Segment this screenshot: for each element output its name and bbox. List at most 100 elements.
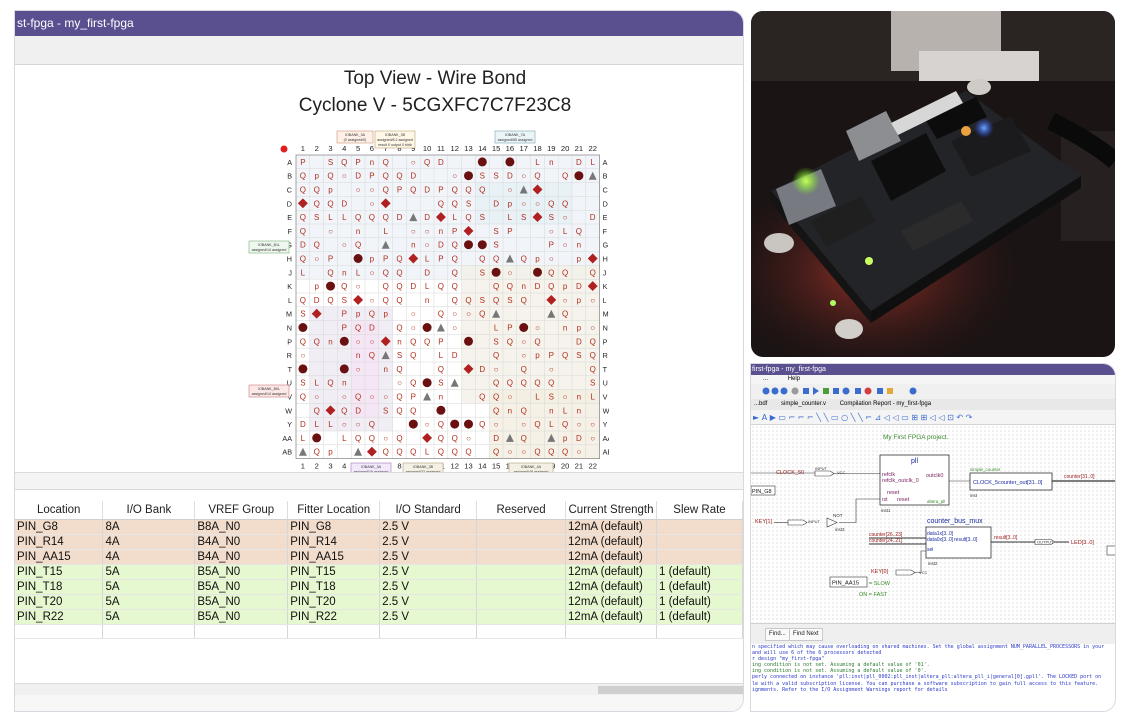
table-cell[interactable]: 12mA (default) <box>565 579 657 595</box>
ground-pin[interactable] <box>298 447 307 456</box>
io-pin[interactable]: S <box>466 199 471 208</box>
io-pin[interactable]: ○ <box>342 393 347 402</box>
io-pin[interactable]: Q <box>479 420 485 429</box>
io-pin[interactable]: ○ <box>411 227 416 236</box>
io-pin[interactable]: Q <box>548 448 554 457</box>
io-pin[interactable]: D <box>576 282 582 291</box>
table-cell[interactable]: 2.5 V <box>379 609 478 625</box>
clock-input-symbol[interactable] <box>814 470 835 477</box>
table-row[interactable]: PIN_R22 5A B5A_N0 PIN_R22 2.5 V 12mA (default… <box>15 609 743 625</box>
table-cell[interactable] <box>476 624 567 639</box>
io-pin[interactable]: Q <box>590 365 596 374</box>
io-pin[interactable]: ○ <box>590 420 595 429</box>
io-pin[interactable]: L <box>356 268 361 277</box>
io-pin[interactable]: Q <box>534 172 540 181</box>
io-pin[interactable]: S <box>397 351 402 360</box>
table-cell[interactable]: 1 (default) <box>656 594 743 610</box>
table-cell[interactable]: PIN_T18 <box>287 579 381 595</box>
io-pin[interactable]: Q <box>548 199 554 208</box>
ground-pin[interactable] <box>436 323 445 332</box>
io-pin[interactable]: ○ <box>576 448 581 457</box>
io-pin[interactable]: ○ <box>452 172 457 181</box>
io-pin[interactable]: ○ <box>521 448 526 457</box>
io-pin[interactable]: Q <box>410 379 416 388</box>
table-cell[interactable]: B5A_N0 <box>194 564 289 580</box>
io-pin[interactable]: D <box>355 172 361 181</box>
io-pin[interactable]: Q <box>452 268 458 277</box>
io-pin[interactable]: D <box>493 199 499 208</box>
table-cell[interactable] <box>656 549 743 565</box>
io-pin[interactable]: Q <box>452 241 458 250</box>
table-cell[interactable] <box>15 624 104 639</box>
io-pin[interactable]: ○ <box>521 420 526 429</box>
io-pin[interactable]: Q <box>300 255 306 264</box>
io-pin[interactable]: D <box>369 324 375 333</box>
io-pin[interactable]: D <box>355 406 361 415</box>
io-pin[interactable]: Q <box>355 324 361 333</box>
table-row[interactable]: PIN_T15 5A B5A_N0 PIN_T15 2.5 V 12mA (default… <box>15 564 743 580</box>
io-pin[interactable]: D <box>300 241 306 250</box>
io-pin[interactable]: S <box>300 379 305 388</box>
io-pin[interactable]: n <box>521 282 525 291</box>
io-pin[interactable]: Q <box>396 255 402 264</box>
io-pin[interactable]: Q <box>493 351 499 360</box>
io-pin[interactable]: Q <box>383 296 389 305</box>
io-pin[interactable]: p <box>535 255 540 264</box>
io-pin[interactable]: Q <box>355 434 361 443</box>
assigned-pin[interactable] <box>464 240 473 250</box>
io-pin[interactable]: Q <box>465 213 471 222</box>
find-next-button[interactable]: Find Next <box>789 628 823 641</box>
io-pin[interactable]: D <box>507 172 513 181</box>
table-cell[interactable]: PIN_T20 <box>287 594 381 610</box>
io-pin[interactable]: Q <box>562 199 568 208</box>
assigned-pin[interactable] <box>326 281 335 291</box>
io-pin[interactable]: n <box>549 406 553 415</box>
io-pin[interactable]: Q <box>424 337 430 346</box>
io-pin[interactable]: Q <box>479 393 485 402</box>
io-pin[interactable]: ○ <box>356 365 361 374</box>
assigned-pin[interactable] <box>298 323 308 332</box>
io-pin[interactable]: Q <box>369 213 375 222</box>
io-pin[interactable]: ○ <box>342 172 347 181</box>
table-cell[interactable]: PIN_T15 <box>287 564 381 580</box>
io-pin[interactable]: Q <box>452 199 458 208</box>
tab-compilation-report[interactable]: Compilation Report - my_first-fpga <box>840 401 931 407</box>
io-pin[interactable]: L <box>494 324 499 333</box>
io-pin[interactable]: Q <box>396 172 402 181</box>
io-pin[interactable]: ○ <box>590 434 595 443</box>
table-cell[interactable]: 12mA (default) <box>565 519 657 535</box>
io-pin[interactable]: P <box>397 186 402 195</box>
io-pin[interactable]: Q <box>424 158 430 167</box>
io-pin[interactable]: ○ <box>535 199 540 208</box>
io-pin[interactable]: Q <box>452 255 458 264</box>
io-pin[interactable]: ○ <box>314 393 319 402</box>
io-pin[interactable]: S <box>480 268 485 277</box>
table-cell[interactable]: B4A_N0 <box>194 549 289 565</box>
io-pin[interactable]: ○ <box>466 310 471 319</box>
io-pin[interactable]: S <box>521 213 526 222</box>
io-pin[interactable]: Q <box>534 420 540 429</box>
table-cell[interactable]: 4A <box>102 534 196 550</box>
io-pin[interactable]: Q <box>438 434 444 443</box>
io-pin[interactable]: ○ <box>383 434 388 443</box>
io-pin[interactable]: p <box>328 186 333 195</box>
table-cell[interactable]: PIN_G8 <box>15 519 104 535</box>
table-cell[interactable]: 8A <box>102 519 196 535</box>
io-pin[interactable]: P <box>328 255 333 264</box>
io-pin[interactable]: L <box>590 158 595 167</box>
table-cell[interactable]: PIN_G8 <box>287 519 381 535</box>
menu-item-help[interactable]: Help <box>788 376 800 382</box>
io-pin[interactable]: n <box>356 351 360 360</box>
assigned-pin[interactable] <box>464 419 473 429</box>
io-pin[interactable]: Q <box>438 448 444 457</box>
column-header[interactable]: Current Strength <box>565 501 657 520</box>
table-cell[interactable]: 2.5 V <box>379 534 478 550</box>
io-pin[interactable]: n <box>439 393 443 402</box>
io-pin[interactable]: Q <box>300 186 306 195</box>
io-pin[interactable]: Q <box>383 448 389 457</box>
io-pin[interactable]: ○ <box>521 199 526 208</box>
io-pin[interactable]: ○ <box>356 337 361 346</box>
io-pin[interactable]: ○ <box>425 241 430 250</box>
io-pin[interactable]: ○ <box>356 420 361 429</box>
key1-input-symbol[interactable] <box>787 519 808 526</box>
